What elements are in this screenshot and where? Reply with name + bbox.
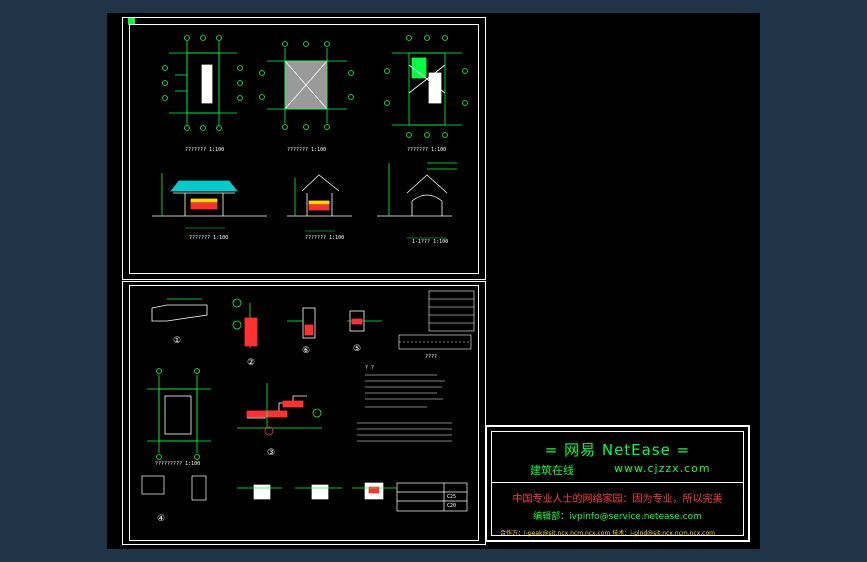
caption-front-elevation: ??????? 1:100	[189, 235, 228, 241]
detail-marker-5: ⑤	[353, 344, 361, 354]
roof-plan	[259, 41, 354, 130]
detail-marker-6: ⑥	[302, 346, 310, 356]
detail-1	[151, 298, 208, 322]
section-1-1	[377, 162, 457, 217]
floor-plan-1	[162, 35, 243, 131]
title-block-inner: = 网易 NetEase = 建筑在线 www.cjzzx.com 中国专业人士…	[491, 431, 744, 537]
editor-contact: 编辑部：ivpinfo@service.netease.com	[533, 512, 702, 522]
stair-section	[237, 383, 322, 436]
footing-details	[141, 475, 468, 512]
detail-marker-1: ①	[173, 336, 181, 346]
caption-plan-1: ??????? 1:100	[185, 147, 224, 153]
detail-2	[232, 298, 258, 348]
brand-name: = 网易 NetEase =	[544, 441, 691, 459]
caption-side-elevation: ??????? 1:100	[305, 235, 344, 241]
caption-section: 1-1??? 1:100	[412, 239, 448, 245]
caption-roof-plan: ??????? 1:100	[287, 147, 326, 153]
slogan: 中国专业人士的网络家园：因为专业，所以完美	[512, 494, 723, 505]
caption-plan-2: ??????? 1:100	[407, 147, 446, 153]
detail-marker-3: ③	[267, 448, 275, 458]
front-elevation	[152, 173, 267, 217]
title-block: = 网易 NetEase = 建筑在线 www.cjzzx.com 中国专业人士…	[485, 425, 750, 542]
layer-legend	[398, 290, 475, 350]
detail-3-small	[287, 307, 316, 339]
site-name: 建筑在线	[530, 464, 574, 477]
table-caption: ????	[425, 354, 437, 360]
floor-plan-2	[384, 35, 468, 138]
caption-detail-plan: ????????? 1:100	[155, 461, 200, 467]
detail-marker-4: ④	[157, 514, 165, 524]
detail-plan	[147, 368, 211, 460]
legend-row-1: C25	[447, 494, 456, 500]
notes-lines	[357, 374, 452, 442]
notes-heading: ? ?	[365, 365, 374, 371]
footer-contacts: 合作方：l-peak@sit.ncx.ncm.ncx.com 技术：i-plnd…	[500, 530, 715, 537]
title-block-header: = 网易 NetEase = 建筑在线 www.cjzzx.com	[492, 432, 743, 483]
site-url: www.cjzzx.com	[614, 462, 711, 475]
detail-5	[347, 310, 382, 332]
side-elevation	[287, 174, 352, 217]
legend-row-2: C20	[447, 503, 456, 509]
detail-marker-2: ②	[247, 358, 255, 368]
